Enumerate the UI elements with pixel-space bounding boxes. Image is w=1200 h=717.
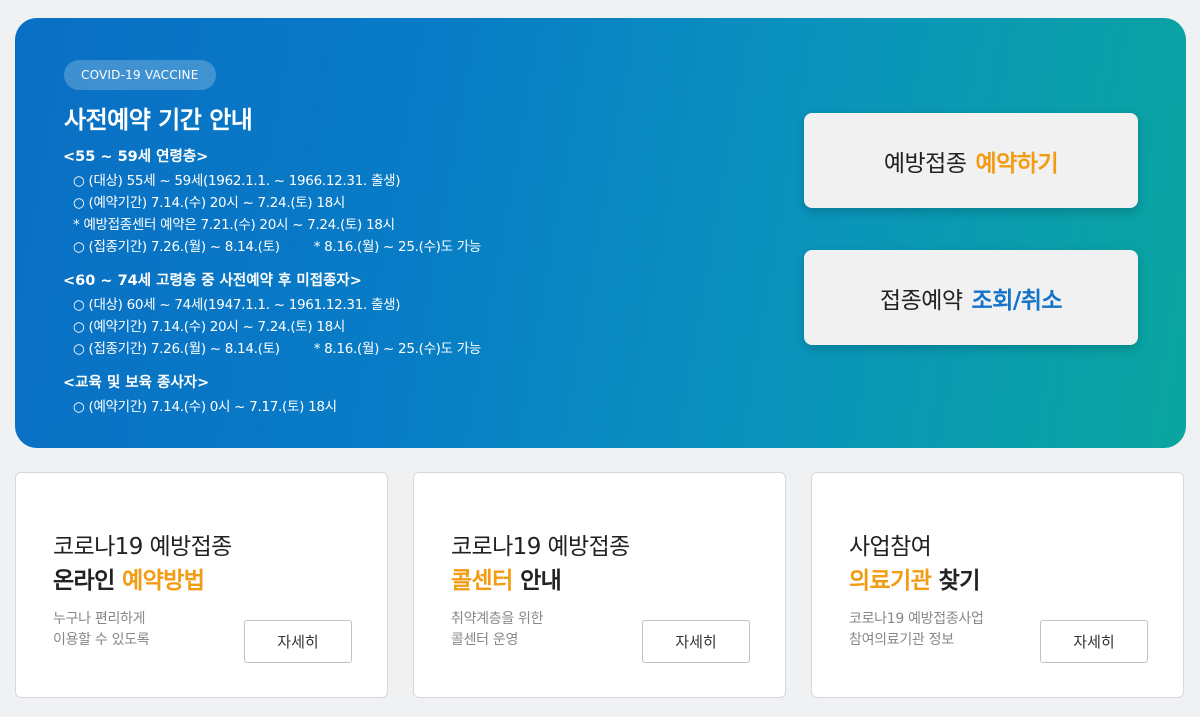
card-subtitle-prefix: 온라인 — [53, 568, 115, 594]
card-subtitle: 의료기관 찾기 — [849, 561, 980, 595]
group-line: ○ (예약기간) 7.14.(수) 20시 ~ 7.24.(토) 18시 — [73, 319, 346, 335]
card-description-line: 코로나19 예방접종사업 — [849, 611, 984, 627]
group-line-with-note: ○ (접종기간) 7.26.(월) ~ 8.14.(토) * 8.16.(월) ~… — [63, 236, 743, 258]
group-line: ○ (대상) 60세 ~ 74세(1947.1.1. ~ 1961.12.31.… — [73, 297, 401, 313]
lookup-cancel-reservation-button[interactable]: 접종예약 조회/취소 — [804, 250, 1138, 345]
schedule-groups: <55 ~ 59세 연령층> ○ (대상) 55세 ~ 59세(1962.1.1… — [63, 146, 743, 430]
banner-title: 사전예약 기간 안내 — [64, 106, 253, 134]
details-button[interactable]: 자세히 — [244, 620, 352, 663]
card-subtitle: 온라인 예약방법 — [53, 561, 205, 595]
card-description: 누구나 편리하게 이용할 수 있도록 — [53, 609, 150, 651]
lookup-button-prefix: 접종예약 — [879, 287, 963, 314]
card-title: 코로나19 예방접종 — [53, 534, 232, 560]
card-subtitle: 콜센터 안내 — [451, 561, 562, 595]
lookup-button-highlight: 조회/취소 — [971, 287, 1063, 314]
card-description: 취약계층을 위한 콜센터 운영 — [451, 609, 544, 651]
details-button[interactable]: 자세히 — [642, 620, 750, 663]
card-find-medical-institution: 사업참여 의료기관 찾기 코로나19 예방접종사업 참여의료기관 정보 자세히 — [811, 472, 1184, 698]
group-age-55-59: <55 ~ 59세 연령층> ○ (대상) 55세 ~ 59세(1962.1.1… — [63, 146, 743, 258]
card-subtitle-highlight: 의료기관 — [849, 568, 932, 594]
group-line: ○ (예약기간) 7.14.(수) 20시 ~ 7.24.(토) 18시 — [73, 195, 346, 211]
card-online-reservation-method: 코로나19 예방접종 온라인 예약방법 누구나 편리하게 이용할 수 있도록 자… — [15, 472, 388, 698]
group-education-childcare: <교육 및 보육 종사자> ○ (예약기간) 7.14.(수) 0시 ~ 7.1… — [63, 372, 743, 418]
card-title: 코로나19 예방접종 — [451, 534, 630, 560]
covid-vaccine-badge: COVID-19 VACCINE — [64, 60, 216, 90]
card-description-line: 참여의료기관 정보 — [849, 632, 954, 648]
card-description-line: 취약계층을 위한 — [451, 611, 544, 627]
group-title: <55 ~ 59세 연령층> — [63, 149, 209, 165]
group-title: <60 ~ 74세 고령층 중 사전예약 후 미접종자> — [63, 273, 362, 289]
card-description-line: 콜센터 운영 — [451, 632, 519, 648]
card-description: 코로나19 예방접종사업 참여의료기관 정보 — [849, 609, 984, 651]
group-line: ○ (대상) 55세 ~ 59세(1962.1.1. ~ 1966.12.31.… — [73, 173, 401, 189]
details-button[interactable]: 자세히 — [1040, 620, 1148, 663]
card-subtitle-suffix: 안내 — [520, 568, 562, 594]
group-title: <교육 및 보육 종사자> — [63, 375, 210, 391]
group-age-60-74: <60 ~ 74세 고령층 중 사전예약 후 미접종자> ○ (대상) 60세 … — [63, 270, 743, 360]
group-note: * 8.16.(월) ~ 25.(수)도 가능 — [313, 341, 482, 357]
group-line-with-note: ○ (접종기간) 7.26.(월) ~ 8.14.(토) * 8.16.(월) ~… — [63, 338, 743, 360]
reserve-vaccination-button[interactable]: 예방접종 예약하기 — [804, 113, 1138, 208]
card-subtitle-highlight: 콜센터 — [451, 568, 513, 594]
group-line: ○ (접종기간) 7.26.(월) ~ 8.14.(토) — [73, 341, 280, 357]
card-description-line: 누구나 편리하게 — [53, 611, 146, 627]
reserve-button-prefix: 예방접종 — [883, 150, 967, 177]
group-note: * 8.16.(월) ~ 25.(수)도 가능 — [313, 239, 482, 255]
group-line: ○ (접종기간) 7.26.(월) ~ 8.14.(토) — [73, 239, 280, 255]
card-description-line: 이용할 수 있도록 — [53, 632, 150, 648]
reservation-info-banner: COVID-19 VACCINE 사전예약 기간 안내 <55 ~ 59세 연령… — [15, 18, 1186, 448]
card-subtitle-suffix: 찾기 — [938, 568, 981, 594]
card-subtitle-highlight: 예약방법 — [122, 568, 205, 594]
card-call-center-info: 코로나19 예방접종 콜센터 안내 취약계층을 위한 콜센터 운영 자세히 — [413, 472, 786, 698]
card-title: 사업참여 — [849, 534, 932, 560]
group-line: ○ (예약기간) 7.14.(수) 0시 ~ 7.17.(토) 18시 — [73, 399, 337, 415]
group-line: * 예방접종센터 예약은 7.21.(수) 20시 ~ 7.24.(토) 18시 — [73, 217, 395, 233]
reserve-button-highlight: 예약하기 — [975, 150, 1059, 177]
